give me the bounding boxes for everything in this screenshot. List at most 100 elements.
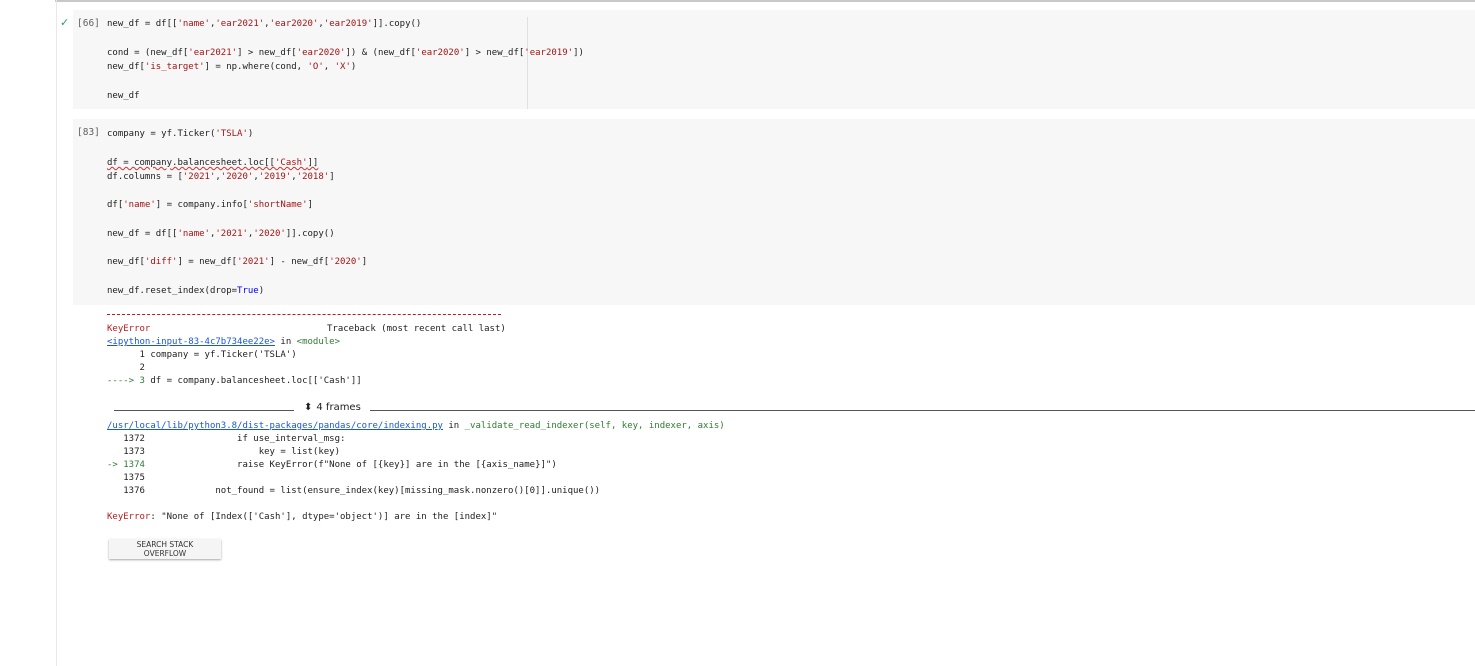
string-literal: 'ear2021' — [215, 19, 265, 29]
code-text: new_df = df[[ — [107, 19, 178, 29]
search-stack-overflow-button[interactable]: SEARCH STACK OVERFLOW — [109, 539, 221, 559]
code-text: new_df[ — [107, 257, 145, 267]
code-text: ]].copy() — [285, 229, 335, 239]
string-literal: 'ear2019' — [524, 48, 574, 58]
error-arrow: ----> 3 — [107, 376, 145, 386]
string-literal: '2020' — [220, 172, 254, 182]
string-literal: 'O' — [307, 62, 324, 72]
code-cell-83[interactable] — [73, 119, 1475, 305]
string-literal: '2019' — [258, 172, 292, 182]
traceback-source-line: 1373 key = list(key) — [107, 447, 340, 457]
frame-module: <module> — [296, 337, 341, 347]
code-line[interactable]: cond = (new_df['ear2021'] > new_df['ear2… — [107, 46, 584, 60]
code-text: ] = company.info[ — [155, 200, 248, 210]
string-literal: 'name' — [123, 200, 156, 210]
code-text: ]] — [307, 158, 319, 168]
code-text: df = company.balancesheet.loc[['Cash']] — [144, 376, 362, 386]
code-text: ] > new_df[ — [464, 48, 525, 58]
frame-file-link[interactable]: <ipython-input-83-4c7b734ee22e> — [107, 337, 275, 347]
frame-function: _validate_read_indexer(self, key, indexe… — [464, 421, 725, 431]
code-line[interactable]: new_df = df[['name','2021','2020']].copy… — [107, 227, 335, 241]
code-text: in — [442, 421, 465, 431]
code-text: in — [274, 337, 297, 347]
lint-underlined-code: df = company.balancesheet.loc[['Cash']] — [107, 158, 318, 168]
string-literal: 'ear2021' — [188, 48, 238, 58]
traceback-frame-line: <ipython-input-83-4c7b734ee22e> in <modu… — [107, 336, 340, 349]
traceback-source-line: 1 company = yf.Ticker('TSLA') — [107, 350, 297, 360]
cell-divider — [527, 17, 528, 109]
code-line[interactable]: new_df = df[['name','ear2021','ear2020',… — [107, 17, 421, 31]
string-literal: 'ear2020' — [269, 19, 319, 29]
final-error-line: KeyError: "None of [Index(['Cash'], dtyp… — [107, 511, 497, 524]
run-success-check-icon: ✓ — [60, 16, 70, 29]
code-text: new_df = df[[ — [107, 229, 178, 239]
code-text: ] - new_df[ — [269, 257, 330, 267]
code-line[interactable]: df = company.balancesheet.loc[['Cash']] — [107, 156, 318, 170]
code-text: ]].copy() — [372, 19, 422, 29]
collapsed-frames-toggle[interactable]: ⬍ 4 frames — [304, 402, 361, 413]
code-text: ]) & (new_df[ — [345, 48, 416, 58]
string-literal: 'ear2020' — [415, 48, 465, 58]
string-literal: 'ear2020' — [296, 48, 346, 58]
string-literal: 'TSLA' — [215, 129, 248, 139]
traceback-frame-line: /usr/local/lib/python3.8/dist-packages/p… — [107, 420, 725, 433]
string-literal: '2018' — [296, 172, 330, 182]
code-text: raise KeyError(f"None of [{key}] are in … — [144, 460, 557, 470]
code-text: ] — [329, 172, 335, 182]
traceback-source-line: 1375 — [107, 473, 151, 483]
frames-label: 4 frames — [316, 402, 361, 413]
code-line[interactable]: df.columns = ['2021','2020','2019','2018… — [107, 170, 335, 184]
error-name: KeyError — [107, 512, 151, 522]
code-text: , — [323, 62, 335, 72]
execution-count: [66] — [77, 18, 100, 29]
traceback-header-line: KeyError Traceback (most recent call last… — [107, 323, 506, 336]
expand-collapse-icon: ⬍ — [304, 402, 313, 413]
string-literal: '2021' — [182, 172, 216, 182]
string-literal: 'Cash' — [274, 158, 308, 168]
code-line[interactable]: new_df['diff'] = new_df['2021'] - new_df… — [107, 255, 367, 269]
error-name: KeyError — [107, 324, 151, 334]
traceback-source-line: -> 1374 raise KeyError(f"None of [{key}]… — [107, 459, 557, 472]
code-line[interactable]: new_df — [107, 89, 140, 103]
string-literal: '2020' — [253, 229, 286, 239]
code-line[interactable]: df['name'] = company.info['shortName'] — [107, 198, 313, 212]
code-text: ]) — [573, 48, 584, 58]
string-literal: 'shortName' — [247, 200, 308, 210]
code-text: ] — [361, 257, 368, 267]
traceback-source-line: ----> 3 df = company.balancesheet.loc[['… — [107, 375, 362, 388]
code-line[interactable]: new_df.reset_index(drop=True) — [107, 284, 264, 298]
code-text: df = company.balancesheet.loc[[ — [107, 158, 275, 168]
code-text: ) — [350, 62, 357, 72]
string-literal: '2021' — [237, 257, 270, 267]
string-literal: 'ear2019' — [323, 19, 373, 29]
traceback-source-line: 1372 if use_interval_msg: — [107, 434, 346, 444]
code-text: df[ — [107, 200, 124, 210]
code-text: ] > new_df[ — [237, 48, 297, 58]
frames-divider-left — [114, 410, 294, 411]
error-message: : "None of [Index(['Cash'], dtype='objec… — [150, 512, 498, 522]
left-gutter-rule — [56, 0, 57, 666]
frame-file-link[interactable]: /usr/local/lib/python3.8/dist-packages/p… — [107, 421, 443, 431]
code-text: df.columns = [ — [107, 172, 183, 182]
string-literal: 'diff' — [144, 257, 178, 267]
code-text: ] — [307, 200, 313, 210]
top-border — [55, 0, 1475, 2]
execution-count: [83] — [77, 127, 100, 138]
keyword-literal: True — [237, 286, 259, 296]
frames-divider-right — [370, 410, 1475, 411]
traceback-separator — [107, 314, 501, 315]
code-text: ] = np.where(cond, — [204, 62, 308, 72]
code-text: cond = (new_df[ — [107, 48, 189, 58]
code-text: new_df.reset_index(drop= — [107, 286, 238, 296]
string-literal: '2021' — [215, 229, 248, 239]
code-text: ] = new_df[ — [177, 257, 238, 267]
code-text: ) — [258, 286, 265, 296]
string-literal: 'name' — [177, 229, 210, 239]
traceback-header: Traceback (most recent call last) — [327, 324, 506, 334]
traceback-source-line: 2 — [107, 363, 151, 373]
string-literal: 'is_target' — [144, 62, 205, 72]
code-line[interactable]: new_df['is_target'] = np.where(cond, 'O'… — [107, 60, 356, 74]
code-text: company = yf.Ticker( — [107, 129, 216, 139]
code-line[interactable]: company = yf.Ticker('TSLA') — [107, 127, 253, 141]
error-arrow: -> 1374 — [107, 460, 145, 470]
